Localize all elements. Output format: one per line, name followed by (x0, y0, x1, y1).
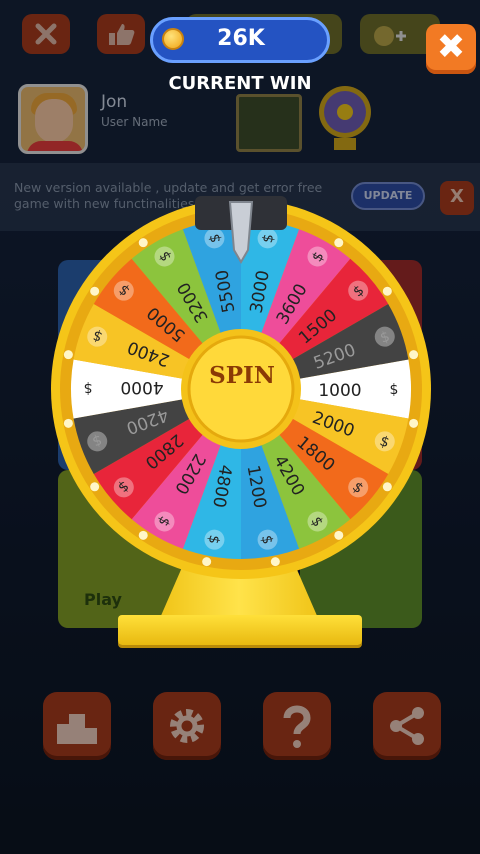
wheel-bulb (334, 238, 344, 248)
coin-balance: 26K (217, 26, 265, 51)
wheel-bulb (409, 350, 419, 360)
board-thumbnail[interactable] (236, 94, 302, 152)
wheel-bulb (138, 238, 148, 248)
wheel-segment-value: 4000 (120, 377, 163, 397)
close-icon: ✖ (436, 27, 466, 67)
current-win-label: CURRENT WIN (168, 73, 312, 94)
share-icon (390, 707, 424, 745)
user-name: Jon (101, 92, 128, 112)
wheel-bulb (138, 530, 148, 540)
coin-icon (162, 28, 184, 50)
wheel-bulb (63, 418, 73, 428)
close-overlay-button[interactable]: ✖ (426, 24, 476, 74)
wheel-bulb (409, 418, 419, 428)
leaderboard-icon (57, 714, 97, 744)
mini-wheel-icon[interactable] (316, 84, 374, 154)
wheel-bulb (90, 482, 100, 492)
notice-close-button[interactable]: X (440, 181, 474, 215)
like-button[interactable] (97, 14, 145, 54)
leaderboard-button[interactable] (43, 692, 111, 760)
avatar[interactable] (18, 84, 88, 154)
settings-button[interactable] (153, 692, 221, 760)
help-icon (283, 705, 311, 748)
close-icon (35, 23, 57, 45)
wheel-segment-value: 1000 (318, 381, 361, 401)
wheel-bulb (382, 286, 392, 296)
help-button[interactable] (263, 692, 331, 760)
top-close-button[interactable] (22, 14, 70, 54)
user-name-label: User Name (101, 115, 168, 129)
wheel-bulb (202, 557, 212, 567)
dollar-icon: $ (390, 382, 399, 398)
spin-button-label: SPIN (209, 362, 275, 389)
wheel-bulb (270, 557, 280, 567)
wheel-bulb (334, 530, 344, 540)
dollar-icon: $ (84, 380, 93, 396)
share-button[interactable] (373, 692, 441, 760)
wheel-bulb (90, 286, 100, 296)
thumbs-up-icon (109, 24, 135, 45)
wheel-bulb (63, 350, 73, 360)
wheel-bulb (382, 482, 392, 492)
gear-icon (170, 709, 204, 743)
play-card-label: Play (84, 590, 122, 609)
wheel-stand-base (118, 615, 362, 645)
